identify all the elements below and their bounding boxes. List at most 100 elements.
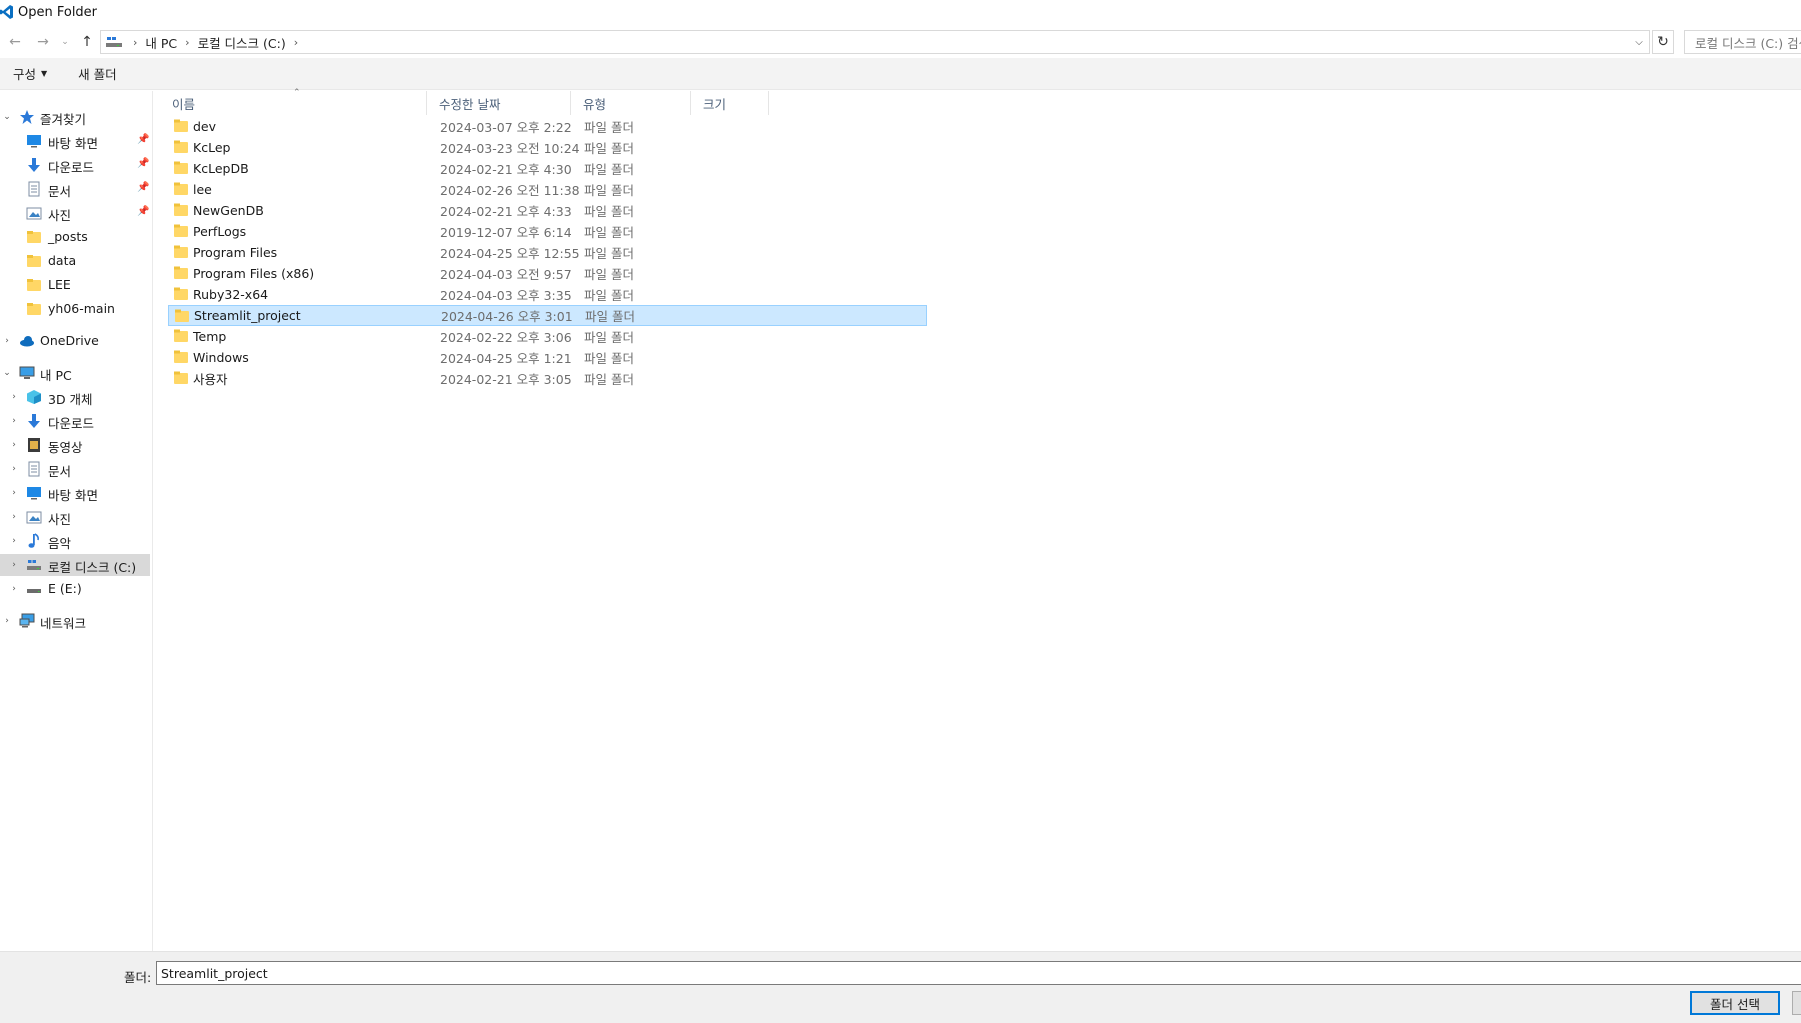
- chevron-right-icon[interactable]: ›: [9, 386, 19, 408]
- document-icon: [28, 181, 40, 197]
- file-row[interactable]: Temp 2024-02-22 오후 3:06 파일 폴더: [168, 326, 927, 347]
- up-arrow-icon[interactable]: ↑: [76, 32, 98, 52]
- file-type: 파일 폴더: [584, 330, 634, 345]
- star-icon: [20, 110, 34, 124]
- sidebar-item-documents[interactable]: 문서 📌: [0, 178, 152, 200]
- folder-name-input[interactable]: [156, 961, 1801, 985]
- sidebar-item-drive-e[interactable]: › E (E:): [0, 578, 152, 600]
- refresh-icon[interactable]: ↻: [1652, 30, 1674, 54]
- select-folder-button[interactable]: 폴더 선택: [1690, 991, 1780, 1015]
- sidebar-item-pc-pictures[interactable]: › 사진: [0, 506, 152, 528]
- sort-ascending-icon: ⌃: [293, 88, 301, 98]
- column-header-modified[interactable]: 수정한 날짜: [427, 91, 571, 115]
- new-folder-button[interactable]: 새 폴더: [78, 64, 116, 83]
- desktop-icon: [27, 487, 41, 500]
- folder-icon: [174, 119, 188, 132]
- chevron-down-icon[interactable]: ⌄: [2, 106, 12, 128]
- chevron-right-icon[interactable]: ›: [9, 578, 19, 600]
- chevron-right-icon[interactable]: ›: [9, 506, 19, 528]
- folder-icon: [174, 287, 188, 300]
- file-name: Windows: [193, 350, 249, 365]
- folder-icon: [174, 266, 188, 279]
- breadcrumb-separator-icon[interactable]: ›: [181, 36, 193, 49]
- chevron-right-icon[interactable]: ›: [2, 330, 12, 352]
- file-type: 파일 폴더: [584, 183, 634, 198]
- file-row[interactable]: PerfLogs 2019-12-07 오후 6:14 파일 폴더: [168, 221, 927, 242]
- file-row[interactable]: dev 2024-03-07 오후 2:22 파일 폴더: [168, 116, 927, 137]
- sidebar-item-label: 문서: [48, 184, 72, 199]
- pin-icon[interactable]: 📌: [137, 134, 149, 148]
- file-name: Streamlit_project: [194, 308, 301, 323]
- chevron-right-icon[interactable]: ›: [9, 458, 19, 480]
- address-bar[interactable]: › 내 PC › 로컬 디스크 (C:) › ⌵: [100, 30, 1650, 54]
- sidebar-item-pictures[interactable]: 사진 📌: [0, 202, 152, 224]
- column-header-type[interactable]: 유형: [571, 91, 691, 115]
- column-header-size[interactable]: 크기: [691, 91, 769, 115]
- sidebar-item-data[interactable]: data: [0, 250, 152, 272]
- file-list[interactable]: ⌃ 이름 수정한 날짜 유형 크기 dev 2024-03-07 오후 2:22 파…: [160, 88, 1801, 951]
- file-row[interactable]: NewGenDB 2024-02-21 오후 4:33 파일 폴더: [168, 200, 927, 221]
- chevron-right-icon[interactable]: ›: [9, 554, 19, 576]
- breadcrumb-this-pc[interactable]: 내 PC: [141, 33, 181, 52]
- file-row[interactable]: lee 2024-02-26 오전 11:38 파일 폴더: [168, 179, 927, 200]
- file-modified-date: 2024-04-25 오후 1:21: [440, 351, 572, 366]
- sidebar-item-label: 바탕 화면: [48, 136, 98, 151]
- file-row[interactable]: KcLepDB 2024-02-21 오후 4:30 파일 폴더: [168, 158, 927, 179]
- breadcrumb-separator-icon[interactable]: ›: [129, 36, 141, 49]
- folder-icon: [174, 182, 188, 195]
- chevron-right-icon[interactable]: ›: [9, 434, 19, 456]
- search-input[interactable]: 로컬 디스크 (C:) 검색: [1684, 30, 1801, 54]
- folder-icon: [174, 371, 188, 384]
- sidebar-item-desktop[interactable]: 바탕 화면 📌: [0, 130, 152, 152]
- sidebar-item-label: 즐겨찾기: [40, 112, 87, 127]
- sidebar-item-onedrive[interactable]: › OneDrive: [0, 330, 152, 352]
- breadcrumb-separator-icon[interactable]: ›: [290, 36, 302, 49]
- folder-icon: [27, 279, 41, 291]
- pin-icon[interactable]: 📌: [137, 206, 149, 220]
- sidebar-item-label: 바탕 화면: [48, 488, 98, 503]
- sidebar-item-pc-downloads[interactable]: › 다운로드: [0, 410, 152, 432]
- address-row: ← → ⌄ ↑ › 내 PC › 로컬 디스크 (C:) › ⌵ ↻ 로컬 디스…: [0, 28, 1801, 56]
- chevron-right-icon[interactable]: ›: [9, 530, 19, 552]
- navigation-pane[interactable]: ⌄ 즐겨찾기 바탕 화면 📌 다운로드 📌 문서 📌 사진 📌 _posts d…: [0, 91, 153, 951]
- sidebar-item-yh06-main[interactable]: yh06-main: [0, 298, 152, 320]
- chevron-down-icon[interactable]: ⌄: [2, 362, 12, 384]
- sidebar-item-videos[interactable]: › 동영상: [0, 434, 152, 456]
- chevron-right-icon[interactable]: ›: [9, 482, 19, 504]
- recent-locations-chevron-icon[interactable]: ⌄: [54, 32, 76, 52]
- sidebar-item-music[interactable]: › 음악: [0, 530, 152, 552]
- organize-button[interactable]: 구성 ▼: [13, 64, 47, 83]
- pin-icon[interactable]: 📌: [137, 158, 149, 172]
- sidebar-item-local-disk[interactable]: › 로컬 디스크 (C:): [0, 554, 150, 576]
- breadcrumb-local-disk[interactable]: 로컬 디스크 (C:): [194, 33, 290, 52]
- back-arrow-icon[interactable]: ←: [4, 32, 26, 52]
- chevron-down-icon[interactable]: ⌵: [1629, 31, 1649, 53]
- column-header-name[interactable]: ⌃ 이름: [160, 88, 427, 115]
- sidebar-item-pc-documents[interactable]: › 문서: [0, 458, 152, 480]
- file-row[interactable]: 사용자 2024-02-21 오후 3:05 파일 폴더: [168, 368, 927, 389]
- file-row[interactable]: Program Files (x86) 2024-04-03 오전 9:57 파일 …: [168, 263, 927, 284]
- sidebar-item-pc-desktop[interactable]: › 바탕 화면: [0, 482, 152, 504]
- chevron-right-icon[interactable]: ›: [2, 610, 12, 632]
- file-row[interactable]: KcLep 2024-03-23 오전 10:24 파일 폴더: [168, 137, 927, 158]
- sidebar-item-downloads[interactable]: 다운로드 📌: [0, 154, 152, 176]
- sidebar-item-this-pc[interactable]: ⌄ 내 PC: [0, 362, 152, 384]
- sidebar-item-3d-objects[interactable]: › 3D 개체: [0, 386, 152, 408]
- sidebar-item-quick-access[interactable]: ⌄ 즐겨찾기: [0, 106, 152, 128]
- sidebar-item-posts[interactable]: _posts: [0, 226, 152, 248]
- download-icon: [28, 158, 40, 172]
- file-row[interactable]: Program Files 2024-04-25 오후 12:55 파일 폴더: [168, 242, 927, 263]
- sidebar-item-network[interactable]: › 네트워크: [0, 610, 152, 632]
- file-modified-date: 2024-04-03 오후 3:35: [440, 288, 572, 303]
- chevron-right-icon[interactable]: ›: [9, 410, 19, 432]
- cancel-button[interactable]: [1792, 991, 1801, 1015]
- file-row[interactable]: Windows 2024-04-25 오후 1:21 파일 폴더: [168, 347, 927, 368]
- pin-icon[interactable]: 📌: [137, 182, 149, 196]
- folder-icon: [174, 203, 188, 216]
- file-row[interactable]: Streamlit_project 2024-04-26 오후 3:01 파일 폴더: [168, 305, 927, 326]
- sidebar-item-label: OneDrive: [40, 333, 99, 348]
- file-row[interactable]: Ruby32-x64 2024-04-03 오후 3:35 파일 폴더: [168, 284, 927, 305]
- sidebar-item-lee[interactable]: LEE: [0, 274, 152, 296]
- forward-arrow-icon[interactable]: →: [32, 32, 54, 52]
- title-bar: Open Folder: [0, 0, 1801, 24]
